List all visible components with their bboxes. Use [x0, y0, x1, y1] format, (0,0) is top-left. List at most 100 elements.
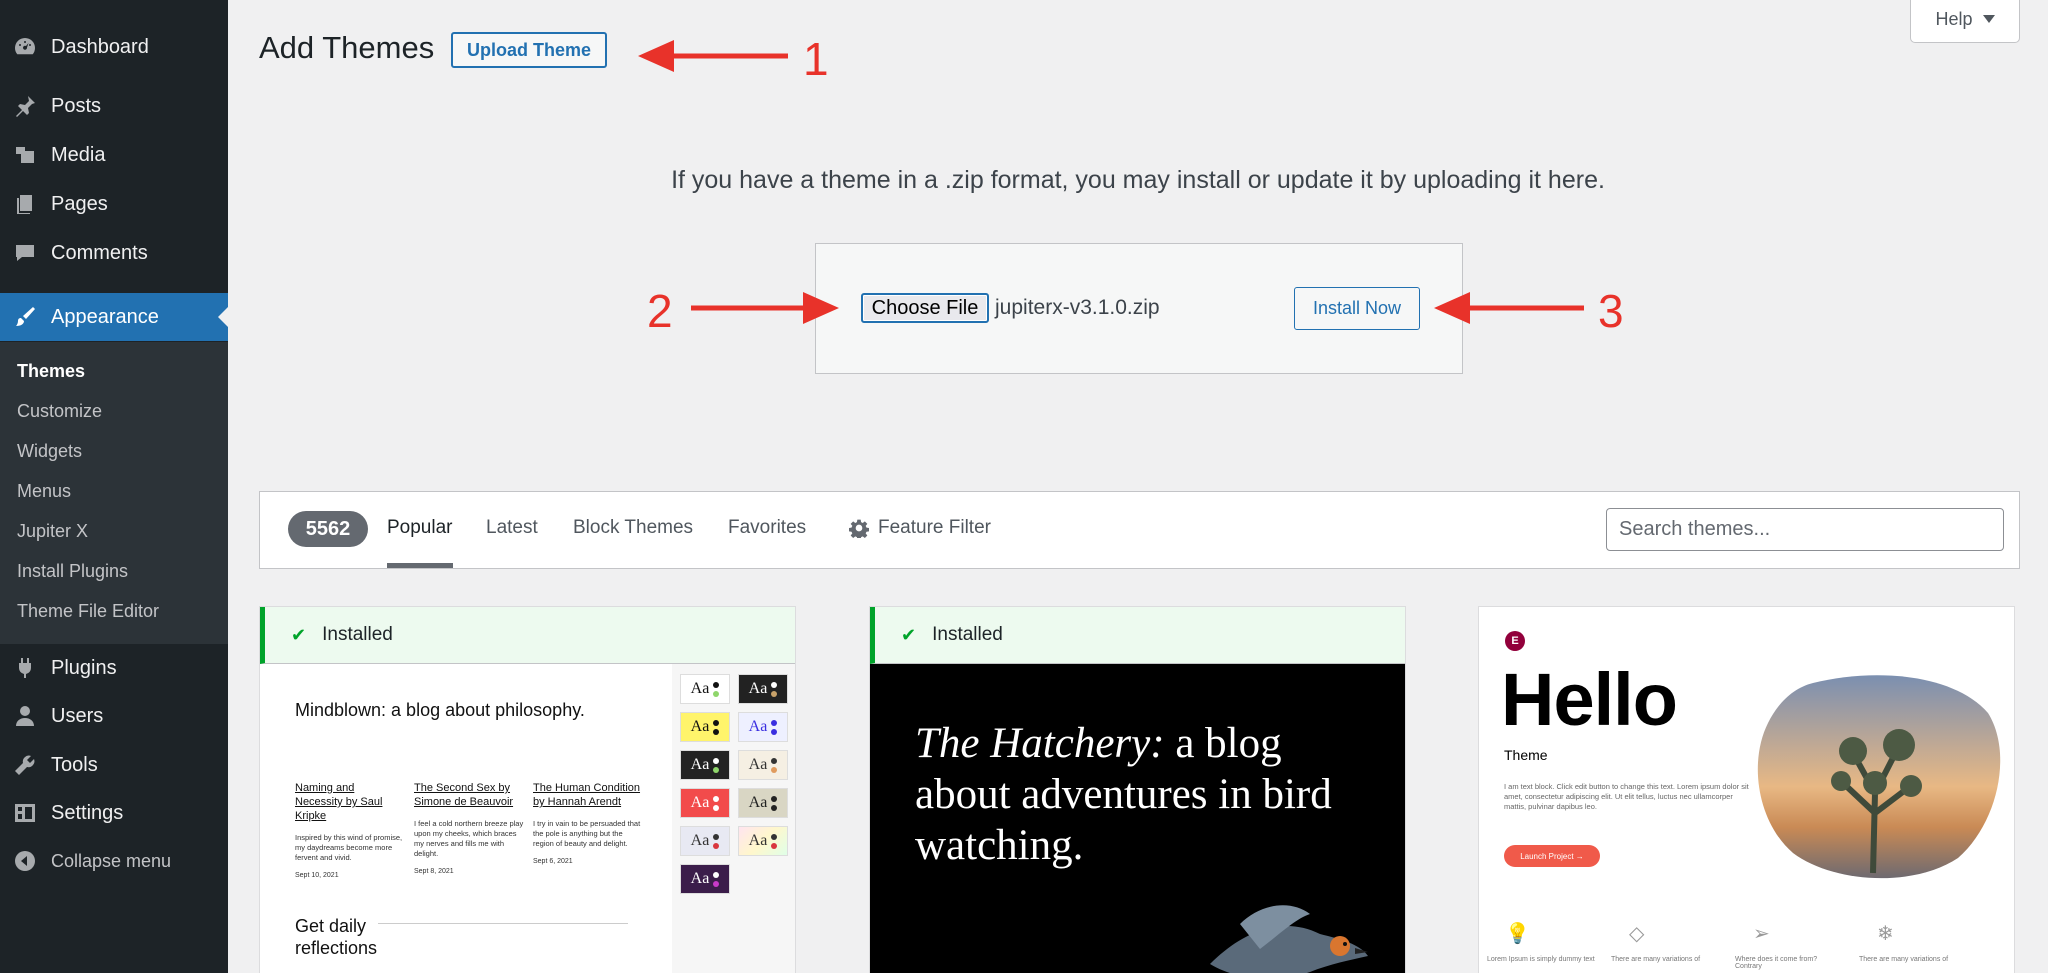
tab-block-themes[interactable]: Block Themes	[573, 517, 693, 539]
choose-file-button[interactable]: Choose File	[861, 293, 989, 323]
post-excerpt: Inspired by this wind of promise, my day…	[295, 833, 403, 862]
tab-popular[interactable]: Popular	[387, 517, 453, 539]
theme-card[interactable]: ✔ Installed Mindblown: a blog about phil…	[259, 606, 796, 973]
submenu-customize[interactable]: Customize	[17, 401, 102, 422]
feature-text: Lorem Ipsum is simply dummy text	[1487, 956, 1595, 963]
menu-tools[interactable]: Tools	[0, 741, 228, 789]
preview-post: The Second Sex by Simone de Beauvoir I f…	[414, 781, 524, 875]
style-swatch: Aa	[738, 750, 788, 780]
media-icon	[12, 142, 38, 168]
menu-posts[interactable]: Posts	[0, 82, 228, 130]
cactus-photo	[1757, 675, 2001, 879]
submenu-theme-file-editor[interactable]: Theme File Editor	[17, 601, 159, 622]
style-swatch: Aa	[738, 788, 788, 818]
search-themes-input[interactable]	[1606, 508, 2004, 551]
preview-feature: ❄ There are many variations of	[1859, 921, 1969, 963]
annotation-number-3: 3	[1598, 285, 1624, 337]
annotation-number-1: 1	[803, 33, 829, 85]
feature-text: There are many variations of	[1859, 956, 1949, 963]
preview-feature: 💡 Lorem Ipsum is simply dummy text	[1487, 921, 1597, 963]
preview-launch-button: Launch Project →	[1504, 845, 1600, 867]
installed-label: Installed	[932, 624, 1003, 645]
tab-favorites[interactable]: Favorites	[728, 517, 806, 539]
installed-label: Installed	[322, 624, 393, 645]
swatch-text: Aa	[690, 756, 710, 773]
annotation-arrow-3	[1434, 292, 1584, 324]
swatch-text: Aa	[748, 794, 768, 811]
settings-icon	[12, 800, 38, 826]
post-title: The Second Sex by Simone de Beauvoir	[414, 782, 514, 808]
swatch-text: Aa	[690, 718, 710, 735]
active-arrow	[218, 307, 228, 327]
gear-icon[interactable]	[849, 518, 869, 538]
style-swatch: Aa	[680, 750, 730, 780]
elementor-logo: E	[1505, 631, 1525, 651]
upload-theme-button[interactable]: Upload Theme	[451, 32, 607, 68]
preview-heading-italic: The Hatchery:	[915, 720, 1165, 767]
menu-label: Collapse menu	[51, 850, 172, 871]
upload-help-text: If you have a theme in a .zip format, yo…	[671, 166, 1605, 194]
help-button[interactable]: Help	[1910, 0, 2020, 43]
check-icon: ✔	[901, 624, 917, 645]
submenu-menus[interactable]: Menus	[17, 481, 71, 502]
feature-filter-button[interactable]: Feature Filter	[878, 517, 991, 539]
menu-appearance[interactable]: Appearance	[0, 293, 228, 341]
menu-comments[interactable]: Comments	[0, 229, 228, 277]
theme-card[interactable]: E Hello Theme I am text block. Click edi…	[1478, 606, 2015, 973]
preview-feature: ➢ Where does it come from? Contrary	[1735, 921, 1845, 970]
installed-banner: ✔ Installed	[870, 607, 1405, 664]
help-label: Help	[1935, 8, 1973, 29]
menu-plugins[interactable]: Plugins	[0, 644, 228, 692]
theme-card[interactable]: ✔ Installed The Hatchery: a blog about a…	[869, 606, 1406, 973]
post-date: Sept 10, 2021	[295, 872, 339, 879]
annotation-arrow-2	[691, 292, 839, 324]
diamond-icon: ◇	[1629, 923, 1645, 945]
style-swatch: Aa	[680, 788, 730, 818]
style-variations: Aa Aa Aa Aa Aa Aa Aa Aa Aa Aa Aa	[672, 664, 795, 973]
install-now-button[interactable]: Install Now	[1294, 287, 1420, 330]
style-swatch: Aa	[680, 826, 730, 856]
menu-label: Plugins	[51, 656, 117, 679]
bird-illustration	[1210, 905, 1368, 973]
page-title: Add Themes	[259, 30, 435, 65]
submenu-themes[interactable]: Themes	[17, 361, 85, 382]
swatch-text: Aa	[690, 680, 710, 697]
tab-latest[interactable]: Latest	[486, 517, 538, 539]
swatch-text: Aa	[748, 832, 768, 849]
menu-users[interactable]: Users	[0, 692, 228, 740]
style-swatch: Aa	[738, 826, 788, 856]
selected-file-name: jupiterx-v3.1.0.zip	[995, 296, 1160, 319]
swatch-text: Aa	[748, 718, 768, 735]
menu-label: Comments	[51, 241, 148, 264]
menu-label: Appearance	[51, 305, 159, 328]
submenu-install-plugins[interactable]: Install Plugins	[17, 561, 128, 582]
preview-subtitle: Theme	[1504, 747, 1548, 763]
submenu-widgets[interactable]: Widgets	[17, 441, 82, 462]
preview-divider	[378, 923, 628, 924]
appearance-submenu: Themes Customize Widgets Menus Jupiter X…	[0, 342, 228, 644]
style-swatch: Aa	[680, 864, 730, 894]
wrench-icon	[12, 752, 38, 778]
annotation-arrow-1	[638, 40, 788, 72]
style-swatch: Aa	[738, 712, 788, 742]
active-tab-indicator	[387, 563, 453, 568]
feature-text: Where does it come from? Contrary	[1735, 956, 1818, 970]
swatch-text: Aa	[748, 680, 768, 697]
submenu-jupiter-x[interactable]: Jupiter X	[17, 521, 88, 542]
preview-body-text: I am text block. Click edit button to ch…	[1504, 782, 1749, 811]
preview-hero-title: Hello	[1501, 658, 1678, 741]
preview-post: Naming and Necessity by Saul Kripke Insp…	[295, 781, 405, 879]
menu-dashboard[interactable]: Dashboard	[0, 23, 228, 71]
theme-screenshot: The Hatchery: a blog about adventures in…	[870, 664, 1405, 973]
preview-blog-title: Mindblown: a blog about philosophy.	[295, 700, 585, 720]
annotation-number-2: 2	[647, 285, 673, 337]
preview-post: The Human Condition by Hannah Arendt I t…	[533, 781, 643, 865]
menu-label: Users	[51, 704, 104, 727]
comment-icon	[12, 240, 38, 266]
menu-label: Media	[51, 143, 106, 166]
menu-collapse[interactable]: Collapse menu	[0, 837, 228, 885]
menu-settings[interactable]: Settings	[0, 789, 228, 837]
user-icon	[12, 703, 38, 729]
preview-feature: ◇ There are many variations of	[1611, 921, 1721, 963]
check-icon: ✔	[291, 624, 307, 645]
